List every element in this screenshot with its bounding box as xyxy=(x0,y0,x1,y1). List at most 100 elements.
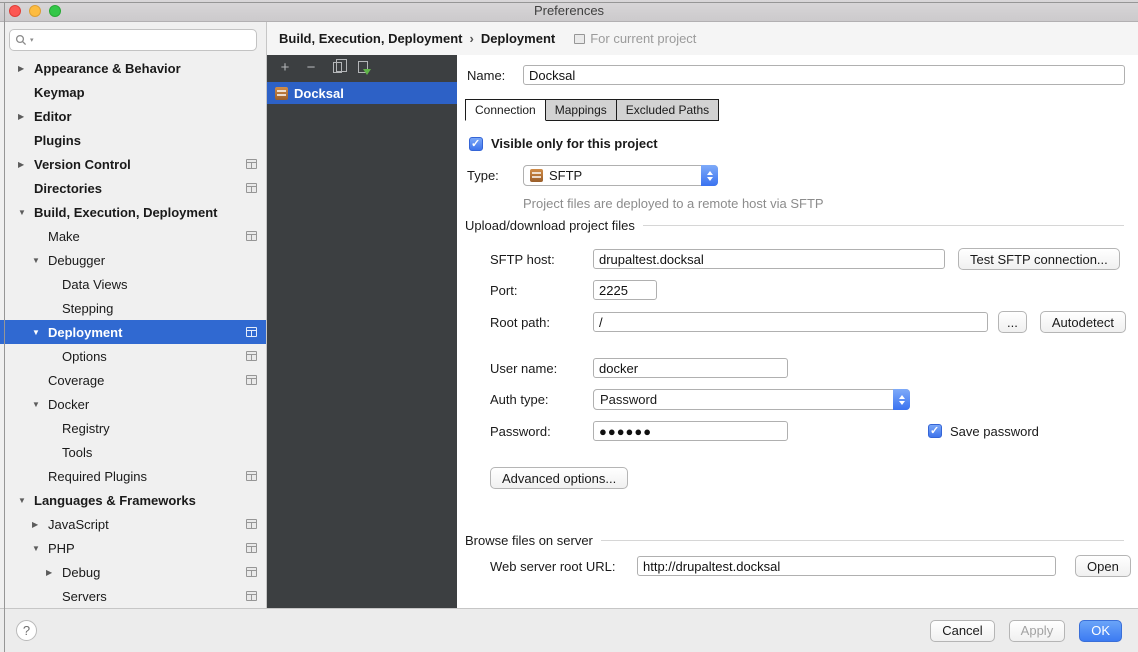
type-help-text: Project files are deployed to a remote h… xyxy=(523,196,824,211)
test-sftp-connection-button[interactable]: Test SFTP connection... xyxy=(958,248,1120,270)
breadcrumb-separator: › xyxy=(469,31,473,46)
sidebar-item-options[interactable]: Options xyxy=(0,344,266,368)
sidebar-item-label: Registry xyxy=(62,421,110,436)
close-button[interactable] xyxy=(9,5,21,17)
sidebar-item-servers[interactable]: Servers xyxy=(0,584,266,608)
sidebar-item-registry[interactable]: Registry xyxy=(0,416,266,440)
save-password-label[interactable]: Save password xyxy=(950,424,1039,439)
copy-server-button[interactable] xyxy=(330,59,344,75)
chevron-down-icon[interactable] xyxy=(18,208,26,217)
project-badge-icon xyxy=(246,183,257,193)
sidebar-item-appearance-behavior[interactable]: Appearance & Behavior xyxy=(0,56,266,80)
chevron-down-icon[interactable] xyxy=(32,328,40,337)
project-badge-icon xyxy=(246,375,257,385)
copy-icon xyxy=(333,62,342,73)
sidebar-item-label: Deployment xyxy=(48,325,122,340)
preferences-window: Preferences ▾ Appearance & Behavior Keym… xyxy=(0,0,1138,652)
sidebar-item-deployment[interactable]: Deployment xyxy=(0,320,266,344)
tab-connection[interactable]: Connection xyxy=(465,99,546,121)
sidebar-item-required-plugins[interactable]: Required Plugins xyxy=(0,464,266,488)
visible-only-label[interactable]: Visible only for this project xyxy=(491,136,658,151)
auth-type-select[interactable]: Password xyxy=(593,389,910,410)
sftp-server-icon xyxy=(275,87,288,100)
sidebar-item-directories[interactable]: Directories xyxy=(0,176,266,200)
name-input[interactable] xyxy=(523,65,1125,85)
sidebar-item-editor[interactable]: Editor xyxy=(0,104,266,128)
sidebar-item-debugger[interactable]: Debugger xyxy=(0,248,266,272)
chevron-down-icon[interactable] xyxy=(32,400,40,409)
sidebar-item-tools[interactable]: Tools xyxy=(0,440,266,464)
ok-button[interactable]: OK xyxy=(1079,620,1122,642)
save-password-checkbox[interactable] xyxy=(928,424,942,438)
sidebar-item-data-views[interactable]: Data Views xyxy=(0,272,266,296)
chevron-right-icon[interactable] xyxy=(18,64,24,73)
help-button[interactable]: ? xyxy=(16,620,37,641)
browse-root-path-button[interactable]: ... xyxy=(998,311,1027,333)
chevron-down-icon[interactable] xyxy=(32,544,40,553)
cancel-button[interactable]: Cancel xyxy=(930,620,994,642)
root-path-input[interactable] xyxy=(593,312,988,332)
project-badge-icon xyxy=(246,351,257,361)
user-name-input[interactable] xyxy=(593,358,788,378)
user-name-label: User name: xyxy=(490,361,593,376)
server-toolbar xyxy=(267,55,457,79)
chevron-right-icon[interactable] xyxy=(18,160,24,169)
sidebar-item-plugins[interactable]: Plugins xyxy=(0,128,266,152)
sidebar-item-debug[interactable]: Debug xyxy=(0,560,266,584)
visible-only-checkbox[interactable] xyxy=(469,137,483,151)
remove-server-button[interactable] xyxy=(304,59,318,75)
sidebar-item-stepping[interactable]: Stepping xyxy=(0,296,266,320)
tab-mappings[interactable]: Mappings xyxy=(545,99,617,121)
auth-type-value: Password xyxy=(600,392,909,407)
tab-bar: Connection Mappings Excluded Paths xyxy=(465,99,719,121)
search-options-chevron-icon[interactable]: ▾ xyxy=(30,36,34,44)
project-badge-icon xyxy=(574,34,585,44)
tab-excluded-paths[interactable]: Excluded Paths xyxy=(616,99,719,121)
sidebar-item-label: Make xyxy=(48,229,80,244)
chevron-right-icon[interactable] xyxy=(32,520,38,529)
upload-section-header: Upload/download project files xyxy=(465,218,1124,233)
web-root-url-label: Web server root URL: xyxy=(490,559,637,574)
sidebar-item-coverage[interactable]: Coverage xyxy=(0,368,266,392)
deployment-form: Name: Connection Mappings Excluded Paths… xyxy=(457,55,1138,608)
sidebar-item-languages-frameworks[interactable]: Languages & Frameworks xyxy=(0,488,266,512)
sidebar-item-label: Plugins xyxy=(34,133,81,148)
sidebar-item-php[interactable]: PHP xyxy=(0,536,266,560)
settings-search-input[interactable] xyxy=(37,33,251,47)
add-server-button[interactable] xyxy=(278,59,292,75)
sftp-host-input[interactable] xyxy=(593,249,945,269)
port-input[interactable] xyxy=(593,280,657,300)
web-root-url-input[interactable] xyxy=(637,556,1056,576)
panes: Docksal Name: Connection Mappings Exclud… xyxy=(267,55,1138,608)
sidebar-item-version-control[interactable]: Version Control xyxy=(0,152,266,176)
search-icon xyxy=(15,34,27,46)
search-wrap: ▾ xyxy=(0,22,266,56)
project-badge-icon xyxy=(246,543,257,553)
type-select[interactable]: SFTP xyxy=(523,165,718,186)
password-input[interactable] xyxy=(593,421,788,441)
sidebar-item-keymap[interactable]: Keymap xyxy=(0,80,266,104)
chevron-right-icon[interactable] xyxy=(18,112,24,121)
type-label: Type: xyxy=(467,168,523,183)
sidebar-item-label: Coverage xyxy=(48,373,104,388)
chevron-down-icon[interactable] xyxy=(32,256,40,265)
open-button[interactable]: Open xyxy=(1075,555,1131,577)
sidebar-item-build-execution-deployment[interactable]: Build, Execution, Deployment xyxy=(0,200,266,224)
apply-button[interactable]: Apply xyxy=(1009,620,1066,642)
project-badge-icon xyxy=(246,327,257,337)
server-list-item[interactable]: Docksal xyxy=(267,82,457,104)
zoom-button[interactable] xyxy=(49,5,61,17)
paste-server-button[interactable] xyxy=(356,59,370,75)
advanced-options-button[interactable]: Advanced options... xyxy=(490,467,628,489)
minimize-button[interactable] xyxy=(29,5,41,17)
chevron-down-icon[interactable] xyxy=(18,496,26,505)
sidebar-item-make[interactable]: Make xyxy=(0,224,266,248)
sidebar-item-label: Debug xyxy=(62,565,100,580)
chevron-right-icon[interactable] xyxy=(46,568,52,577)
sidebar-item-javascript[interactable]: JavaScript xyxy=(0,512,266,536)
breadcrumb-item[interactable]: Build, Execution, Deployment xyxy=(279,31,462,46)
sidebar-item-label: Required Plugins xyxy=(48,469,147,484)
sidebar-item-docker[interactable]: Docker xyxy=(0,392,266,416)
autodetect-button[interactable]: Autodetect xyxy=(1040,311,1126,333)
search-box[interactable]: ▾ xyxy=(9,29,257,51)
